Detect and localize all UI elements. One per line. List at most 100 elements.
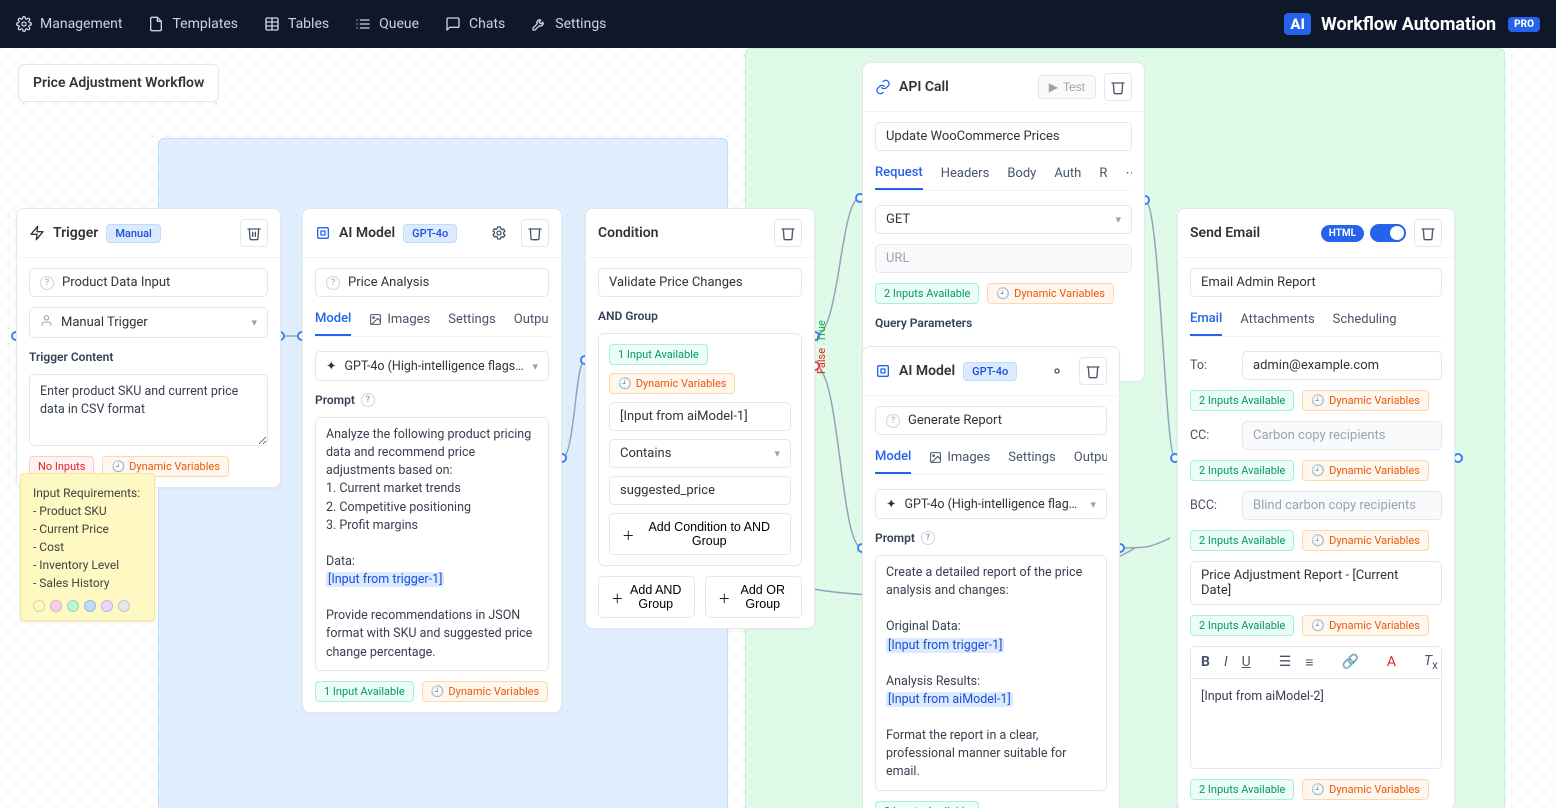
italic-button[interactable]: I (1224, 654, 1228, 670)
clock-icon: 🕘 (1311, 534, 1325, 547)
bold-button[interactable]: B (1201, 654, 1210, 670)
test-button[interactable]: ▶Test (1038, 75, 1096, 99)
delete-button[interactable] (521, 219, 549, 247)
subject-input[interactable]: Price Adjustment Report - [Current Date] (1190, 561, 1442, 605)
inputs-badge[interactable]: 2 Inputs Available (875, 283, 979, 304)
api-name-input[interactable]: Update WooCommerce Prices (875, 122, 1132, 151)
list-ul-button[interactable]: ☰ (1279, 654, 1292, 670)
dynamic-vars-badge[interactable]: 🕘Dynamic Variables (1302, 615, 1428, 636)
tab-model[interactable]: Model (875, 445, 911, 474)
tabs-more[interactable]: ⋯ (1125, 161, 1132, 190)
inputs-badge[interactable]: 3 Inputs Available (875, 801, 979, 808)
delete-button[interactable] (1104, 73, 1132, 101)
tab-output[interactable]: Output (514, 307, 549, 336)
tab-images[interactable]: Images (369, 307, 430, 336)
chevron-down-icon: ▾ (251, 316, 257, 329)
tab-images[interactable]: Images (929, 445, 990, 474)
cc-input[interactable]: Carbon copy recipients (1242, 421, 1442, 450)
http-method-select[interactable]: GET▾ (875, 205, 1132, 234)
model-select[interactable]: ✦ GPT-4o (High-intelligence flagship mod… (875, 489, 1107, 519)
condition-card[interactable]: Condition Validate Price Changes AND Gro… (585, 208, 815, 629)
dynamic-vars-badge[interactable]: 🕘Dynamic Variables (422, 681, 548, 702)
inputs-badge[interactable]: 1 Input Available (315, 681, 414, 702)
tab-body[interactable]: Body (1007, 161, 1036, 190)
prompt-textarea[interactable]: Analyze the following product pricing da… (315, 417, 549, 671)
model-select[interactable]: ✦ GPT-4o (High-intelligence flagship mod… (315, 351, 549, 381)
nav-tables[interactable]: Tables (264, 16, 329, 32)
api-call-card[interactable]: API Call ▶Test Update WooCommerce Prices… (862, 62, 1145, 382)
inputs-badge[interactable]: 2 Inputs Available (1190, 390, 1294, 411)
send-email-card[interactable]: Send Email HTML Email Admin Report Email… (1177, 208, 1455, 808)
prompt-textarea[interactable]: Create a detailed report of the price an… (875, 555, 1107, 791)
nav-chats[interactable]: Chats (445, 16, 505, 32)
trigger-content-textarea[interactable] (29, 374, 268, 446)
user-icon (40, 314, 53, 331)
list-ol-button[interactable]: ≡ (1305, 654, 1313, 671)
condition-name-input[interactable]: Validate Price Changes (598, 268, 802, 297)
font-color-button[interactable]: A (1387, 654, 1396, 670)
tab-output[interactable]: Output (1074, 445, 1107, 474)
tab-settings[interactable]: Settings (1008, 445, 1055, 474)
add-and-group-button[interactable]: ＋Add AND Group (598, 576, 695, 618)
workflow-canvas[interactable]: Price Adjustment Workflow True Fa (0, 48, 1556, 808)
settings-button[interactable] (485, 219, 513, 247)
tab-email[interactable]: Email (1190, 307, 1222, 336)
link-button[interactable]: 🔗 (1341, 654, 1358, 670)
nav-templates[interactable]: Templates (148, 16, 238, 32)
condition-source-input[interactable]: [Input from aiModel-1] (609, 402, 791, 431)
inputs-badge[interactable]: 2 Inputs Available (1190, 779, 1294, 800)
trigger-mode-chip: Manual (106, 224, 161, 243)
model-name-input[interactable]: ? Price Analysis (315, 268, 549, 297)
tab-request[interactable]: Request (875, 161, 923, 190)
delete-button[interactable] (240, 219, 268, 247)
trigger-name-input[interactable]: ? Product Data Input (29, 268, 268, 297)
dynamic-vars-badge[interactable]: 🕘Dynamic Variables (609, 373, 735, 394)
tab-settings[interactable]: Settings (448, 307, 495, 336)
add-or-group-button[interactable]: ＋Add OR Group (705, 576, 802, 618)
url-input[interactable]: URL (875, 244, 1132, 273)
condition-operator-select[interactable]: Contains▾ (609, 439, 791, 468)
inputs-badge[interactable]: 2 Inputs Available (1190, 530, 1294, 551)
add-condition-button[interactable]: ＋Add Condition to AND Group (609, 513, 791, 555)
nav-settings[interactable]: Settings (531, 16, 606, 32)
settings-button[interactable] (1043, 357, 1071, 385)
openai-icon: ✦ (326, 358, 336, 374)
sticky-note[interactable]: Input Requirements: - Product SKU - Curr… (20, 473, 155, 621)
model-name-input[interactable]: ? Generate Report (875, 406, 1107, 435)
delete-button[interactable] (774, 219, 802, 247)
nav-queue[interactable]: Queue (355, 16, 419, 32)
nav-management[interactable]: Management (16, 16, 122, 32)
html-toggle[interactable]: HTML (1321, 224, 1406, 242)
ai-model-2-card[interactable]: AI Model GPT-4o ? Generate Report Model … (862, 346, 1120, 808)
inputs-badge[interactable]: 1 Input Available (609, 344, 708, 365)
sticky-color-picker[interactable] (33, 600, 142, 612)
delete-button[interactable] (1079, 357, 1107, 385)
tab-model[interactable]: Model (315, 307, 351, 336)
dynamic-vars-badge[interactable]: 🕘Dynamic Variables (1302, 779, 1428, 800)
chip-icon (875, 363, 891, 379)
to-input[interactable]: admin@example.com (1242, 351, 1442, 380)
ai-model-1-card[interactable]: AI Model GPT-4o ? Price Analysis Model I… (302, 208, 562, 713)
dynamic-vars-badge[interactable]: 🕘Dynamic Variables (987, 283, 1113, 304)
bcc-input[interactable]: Blind carbon copy recipients (1242, 491, 1442, 520)
dynamic-vars-badge[interactable]: 🕘Dynamic Variables (1302, 460, 1428, 481)
email-body-editor[interactable]: [Input from aiModel-2] (1190, 679, 1442, 769)
trigger-card[interactable]: Trigger Manual ? Product Data Input Manu… (16, 208, 281, 488)
tab-response[interactable]: R (1099, 161, 1107, 190)
toggle-switch[interactable] (1370, 224, 1406, 242)
tab-attachments[interactable]: Attachments (1240, 307, 1314, 336)
tab-auth[interactable]: Auth (1054, 161, 1081, 190)
tab-headers[interactable]: Headers (941, 161, 990, 190)
inputs-badge[interactable]: 2 Inputs Available (1190, 615, 1294, 636)
dynamic-vars-badge[interactable]: 🕘Dynamic Variables (1302, 530, 1428, 551)
condition-value-input[interactable]: suggested_price (609, 476, 791, 505)
email-name-input[interactable]: Email Admin Report (1190, 268, 1442, 297)
inputs-badge[interactable]: 2 Inputs Available (1190, 460, 1294, 481)
dynamic-vars-badge[interactable]: 🕘Dynamic Variables (1302, 390, 1428, 411)
underline-button[interactable]: U (1242, 654, 1251, 670)
trigger-type-select[interactable]: Manual Trigger ▾ (29, 307, 268, 338)
clear-format-button[interactable]: Tx (1424, 653, 1438, 672)
tab-scheduling[interactable]: Scheduling (1333, 307, 1397, 336)
delete-button[interactable] (1414, 219, 1442, 247)
rte-toolbar: B I U ☰ ≡ 🔗 A Tx (1190, 646, 1442, 679)
